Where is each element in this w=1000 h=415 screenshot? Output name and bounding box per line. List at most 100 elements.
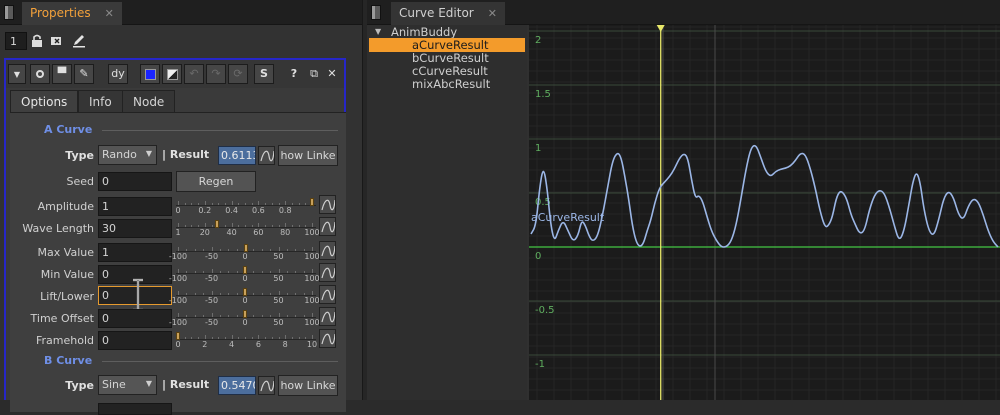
node-color-button[interactable] — [140, 64, 160, 84]
tab-info[interactable]: Info — [78, 90, 123, 112]
tab-options[interactable]: Options — [10, 90, 79, 112]
options-panel: A Curve Type Rando ▼ | Result 0.6113 how … — [10, 112, 346, 415]
slider-tick — [261, 315, 263, 317]
pane-grip-icon[interactable] — [371, 5, 381, 20]
undo-icon[interactable]: ↶ — [184, 64, 204, 84]
tree-item-mixabcresult[interactable]: mixAbcResult — [412, 77, 490, 91]
y-tick-label: 1.5 — [535, 89, 551, 100]
slider-tick — [261, 249, 263, 251]
slider-tick-label: 100 — [304, 252, 320, 261]
maxvalue-field[interactable]: 1 — [98, 243, 172, 262]
timeoffset-field[interactable]: 0 — [98, 309, 172, 328]
lock-icon[interactable] — [31, 34, 44, 48]
tab-curve-editor-label: Curve Editor — [399, 6, 474, 20]
slider-tick-label: 8 — [282, 340, 288, 349]
slider-tick — [278, 269, 280, 273]
wavelength-field[interactable]: 30 — [98, 219, 172, 238]
slider-tick — [236, 271, 238, 273]
slider-tick — [194, 271, 196, 273]
type-label: Type — [65, 149, 94, 162]
animation-curve-icon[interactable] — [319, 307, 336, 326]
collapse-node-button[interactable]: ▼ — [8, 64, 26, 84]
slider-tick — [178, 247, 179, 251]
gl-color-button[interactable] — [162, 64, 182, 84]
wavelength-slider[interactable]: 1 20 40 60 80 100 — [175, 217, 320, 237]
slider-track[interactable] — [176, 227, 316, 228]
slider-tick — [184, 225, 186, 227]
label-button[interactable]: dy — [108, 64, 128, 84]
slider-tick-label: 0 — [242, 296, 248, 305]
tree-item-acurveresult[interactable]: aCurveResult — [369, 38, 525, 52]
wrench-icon[interactable]: ✎ — [74, 64, 94, 84]
slider-tick — [219, 293, 221, 295]
b-show-linked-button[interactable]: how Linke — [278, 375, 338, 396]
slider-tick — [236, 249, 238, 251]
slider-knob[interactable] — [215, 220, 220, 228]
timeoffset-slider[interactable]: -100 -50 0 50 100 — [169, 307, 320, 327]
slider-knob[interactable] — [310, 198, 314, 206]
amplitude-slider[interactable]: 0 0.2 0.4 0.6 0.8 — [175, 195, 316, 215]
slider-tick — [203, 293, 205, 295]
slider-tick — [194, 249, 196, 251]
animation-curve-icon[interactable] — [319, 241, 336, 260]
slider-tick-label: 100 — [304, 318, 320, 327]
tab-curve-editor[interactable]: Curve Editor ✕ — [391, 2, 505, 25]
slider-tick — [178, 201, 179, 205]
result-value[interactable]: 0.6113 — [218, 146, 256, 165]
animation-curve-icon[interactable] — [319, 217, 336, 236]
tab-node[interactable]: Node — [122, 90, 176, 112]
tree-item-bcurveresult[interactable]: bCurveResult — [412, 51, 489, 65]
b-next-field[interactable] — [98, 403, 172, 415]
slider-tick-label: 2 — [202, 340, 208, 349]
help-button[interactable]: ? — [284, 64, 304, 84]
b-type-dropdown[interactable]: Sine ▼ — [98, 375, 157, 395]
properties-tab-bar: Properties ✕ — [0, 0, 362, 25]
animation-curve-icon[interactable] — [319, 285, 336, 304]
framehold-field[interactable]: 0 — [98, 331, 172, 350]
slider-tick — [178, 291, 179, 295]
float-node-icon[interactable]: ⧉ — [304, 64, 324, 84]
slider-knob[interactable] — [243, 288, 247, 296]
tree-root[interactable]: AnimBuddy — [391, 25, 457, 39]
curve-graph[interactable]: 2 1.5 1 0.5 0 -0.5 -1 aCurveResult — [529, 25, 1000, 400]
expand-icon[interactable]: ▼ — [375, 27, 381, 36]
type-dropdown[interactable]: Rando ▼ — [98, 145, 157, 165]
slider-knob[interactable] — [243, 244, 248, 252]
b-result-value[interactable]: 0.5470 — [218, 376, 256, 395]
show-linked-button[interactable]: how Linke — [278, 145, 338, 166]
minvalue-slider[interactable]: -100 -50 0 50 100 — [169, 263, 320, 283]
slider-knob[interactable] — [176, 332, 180, 340]
close-icon[interactable]: ✕ — [488, 7, 497, 20]
pane-grip-icon[interactable] — [4, 5, 14, 20]
framehold-slider[interactable]: 0 2 4 6 8 10 — [175, 329, 317, 349]
input-node-icon[interactable]: ▀ — [52, 64, 72, 84]
liftlower-slider[interactable]: -100 -50 0 50 100 — [169, 285, 320, 305]
s-button[interactable]: S — [254, 64, 274, 84]
slider-track[interactable] — [176, 339, 316, 340]
tree-item-ccurveresult[interactable]: cCurveResult — [412, 64, 488, 78]
maxvalue-slider[interactable]: -100 -50 0 50 100 — [169, 241, 320, 261]
close-node-icon[interactable]: ✕ — [322, 64, 342, 84]
slider-tick-label: 0 — [242, 252, 248, 261]
seed-field[interactable]: 0 — [98, 172, 172, 191]
curve-icon[interactable] — [258, 146, 275, 165]
float-panel-icon[interactable] — [50, 34, 64, 48]
regen-button[interactable]: Regen — [176, 171, 256, 192]
slider-knob[interactable] — [243, 266, 247, 274]
center-node-icon[interactable] — [30, 64, 50, 84]
slider-tick — [191, 225, 193, 227]
max-panels-field[interactable]: 1 — [5, 32, 27, 50]
close-icon[interactable]: ✕ — [105, 7, 114, 20]
slider-tick-label: -50 — [204, 296, 219, 305]
pencil-icon[interactable] — [71, 32, 87, 48]
curve-icon[interactable] — [258, 376, 275, 395]
revert-icon[interactable]: ⟳ — [228, 64, 248, 84]
animation-curve-icon[interactable] — [319, 195, 336, 214]
slider-knob[interactable] — [243, 310, 247, 318]
animation-curve-icon[interactable] — [319, 329, 336, 348]
amplitude-field[interactable]: 1 — [98, 197, 172, 216]
redo-icon[interactable]: ↷ — [206, 64, 226, 84]
animation-curve-icon[interactable] — [319, 263, 336, 282]
tab-properties[interactable]: Properties ✕ — [22, 2, 122, 25]
slider-track[interactable] — [176, 205, 316, 206]
